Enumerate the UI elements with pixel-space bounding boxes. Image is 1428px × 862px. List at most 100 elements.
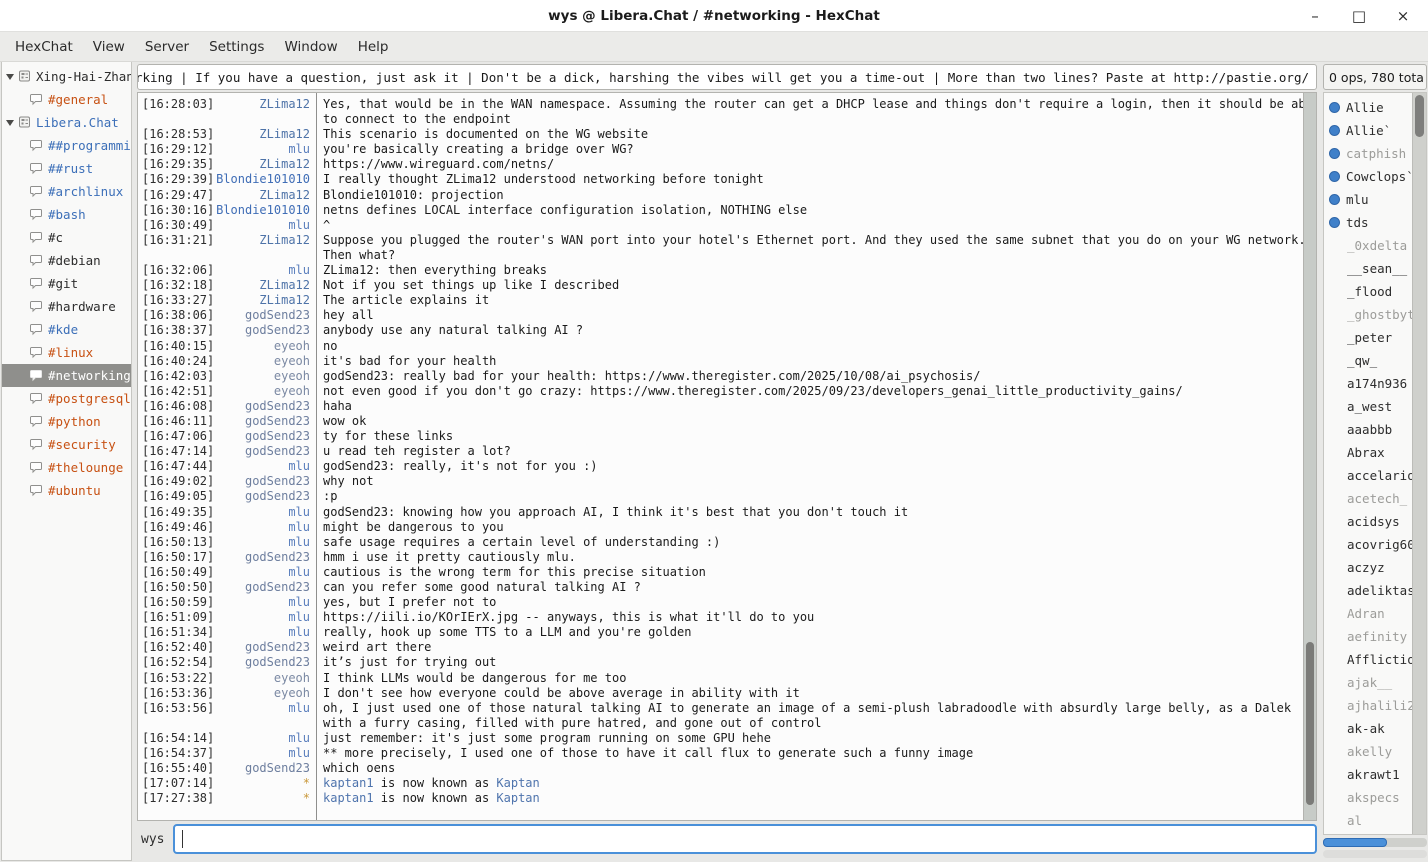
user-item[interactable]: mlu	[1324, 188, 1412, 211]
channel-item--bash[interactable]: #bash	[2, 203, 131, 226]
nick[interactable]: mlu	[216, 731, 316, 745]
nick[interactable]: ZLima12	[216, 278, 316, 292]
chat-scrollbar-thumb[interactable]	[1306, 642, 1314, 806]
user-item[interactable]: Cowclops`	[1324, 165, 1412, 188]
channel-item--git[interactable]: #git	[2, 272, 131, 295]
channel-item--c[interactable]: #c	[2, 226, 131, 249]
user-item[interactable]: a174n936	[1324, 372, 1412, 395]
channel-item--security[interactable]: #security	[2, 433, 131, 456]
nick[interactable]: mlu	[216, 535, 316, 549]
user-item[interactable]: accelario	[1324, 464, 1412, 487]
channel-item--hardware[interactable]: #hardware	[2, 295, 131, 318]
nick[interactable]: godSend23	[216, 474, 316, 488]
nick[interactable]: eyeoh	[216, 369, 316, 383]
channel-item--general[interactable]: #general	[2, 88, 131, 111]
nick[interactable]: mlu	[216, 701, 316, 715]
close-button[interactable]: ×	[1388, 3, 1418, 29]
nick[interactable]: godSend23	[216, 761, 316, 775]
mentioned-nick[interactable]: kaptan1	[323, 791, 374, 805]
nick[interactable]: godSend23	[216, 399, 316, 413]
user-item[interactable]: Abrax	[1324, 441, 1412, 464]
user-item[interactable]: Afflictio	[1324, 648, 1412, 671]
message-input[interactable]	[175, 826, 1315, 852]
user-item[interactable]: akspecs	[1324, 786, 1412, 809]
nick[interactable]: mlu	[216, 505, 316, 519]
nick[interactable]: ZLima12	[216, 127, 316, 141]
user-item[interactable]: acovrig60	[1324, 533, 1412, 556]
channel-item--archlinux[interactable]: #archlinux	[2, 180, 131, 203]
nick[interactable]: godSend23	[216, 308, 316, 322]
menu-view[interactable]: View	[83, 35, 135, 59]
user-item[interactable]: Allie	[1324, 96, 1412, 119]
user-item[interactable]: adeliktas	[1324, 579, 1412, 602]
maximize-button[interactable]: □	[1344, 3, 1374, 29]
user-item[interactable]: al	[1324, 809, 1412, 832]
nick[interactable]: mlu	[216, 746, 316, 760]
nick[interactable]: godSend23	[216, 444, 316, 458]
nick[interactable]: eyeoh	[216, 384, 316, 398]
chat-scrollbar[interactable]	[1303, 93, 1316, 820]
nick[interactable]: godSend23	[216, 323, 316, 337]
user-item[interactable]: akrawt1	[1324, 763, 1412, 786]
nick[interactable]: ZLima12	[216, 97, 316, 111]
channel-item--python[interactable]: #python	[2, 410, 131, 433]
user-item[interactable]: aefinity	[1324, 625, 1412, 648]
topic-bar[interactable]: uter Networking | If you have a question…	[137, 64, 1317, 90]
userlist-scrollbar-thumb[interactable]	[1415, 95, 1424, 137]
channel-item--debian[interactable]: #debian	[2, 249, 131, 272]
user-item[interactable]: _flood	[1324, 280, 1412, 303]
nick[interactable]: godSend23	[216, 414, 316, 428]
menu-hexchat[interactable]: HexChat	[5, 35, 83, 59]
nick[interactable]: mlu	[216, 625, 316, 639]
userlist-scrollbar[interactable]	[1412, 93, 1426, 834]
channel-item--rust[interactable]: ##rust	[2, 157, 131, 180]
nick[interactable]: mlu	[216, 520, 316, 534]
menu-server[interactable]: Server	[135, 35, 199, 59]
nick[interactable]: godSend23	[216, 550, 316, 564]
nick[interactable]: *	[216, 776, 316, 790]
server-item-libera-chat[interactable]: Libera.Chat	[2, 111, 131, 134]
nick[interactable]: godSend23	[216, 429, 316, 443]
user-item[interactable]: __sean__	[1324, 257, 1412, 280]
nick[interactable]: godSend23	[216, 489, 316, 503]
minimize-button[interactable]: –	[1300, 3, 1330, 29]
user-item[interactable]: acetech_	[1324, 487, 1412, 510]
channel-item--programmi[interactable]: ##programmi	[2, 134, 131, 157]
user-item[interactable]: akelly	[1324, 740, 1412, 763]
nick[interactable]: mlu	[216, 142, 316, 156]
nick[interactable]: ZLima12	[216, 157, 316, 171]
menu-settings[interactable]: Settings	[199, 35, 274, 59]
nick[interactable]: mlu	[216, 610, 316, 624]
channel-item--thelounge[interactable]: #thelounge	[2, 456, 131, 479]
nick[interactable]: godSend23	[216, 580, 316, 594]
nick[interactable]: Blondie101010	[216, 172, 316, 186]
user-item[interactable]: catphish	[1324, 142, 1412, 165]
userlist-hscrollbar[interactable]	[1323, 838, 1427, 847]
nick[interactable]: ZLima12	[216, 293, 316, 307]
server-item-xing-hai-zhan[interactable]: Xing-Hai-Zhan	[2, 65, 131, 88]
user-item[interactable]: aczyz	[1324, 556, 1412, 579]
nick[interactable]: mlu	[216, 565, 316, 579]
user-item[interactable]: acidsys	[1324, 510, 1412, 533]
channel-item--kde[interactable]: #kde	[2, 318, 131, 341]
nick[interactable]: Blondie101010	[216, 203, 316, 217]
nick[interactable]: eyeoh	[216, 686, 316, 700]
user-item[interactable]: _ghostbyt	[1324, 303, 1412, 326]
user-item[interactable]: ajhalili2	[1324, 694, 1412, 717]
channel-item--linux[interactable]: #linux	[2, 341, 131, 364]
menu-window[interactable]: Window	[274, 35, 347, 59]
user-item[interactable]: _qw_	[1324, 349, 1412, 372]
nick[interactable]: eyeoh	[216, 671, 316, 685]
user-item[interactable]: _0xdelta	[1324, 234, 1412, 257]
nick[interactable]: eyeoh	[216, 354, 316, 368]
user-item[interactable]: ak-ak	[1324, 717, 1412, 740]
user-item[interactable]: tds	[1324, 211, 1412, 234]
nick[interactable]: mlu	[216, 263, 316, 277]
mentioned-nick[interactable]: kaptan1	[323, 776, 374, 790]
expander-icon[interactable]	[6, 74, 14, 80]
channel-item--postgresql[interactable]: #postgresql	[2, 387, 131, 410]
user-item[interactable]: Adran	[1324, 602, 1412, 625]
userlist-hscrollbar-track[interactable]	[1323, 850, 1427, 858]
user-item[interactable]: _peter	[1324, 326, 1412, 349]
mentioned-nick[interactable]: Kaptan	[496, 776, 539, 790]
